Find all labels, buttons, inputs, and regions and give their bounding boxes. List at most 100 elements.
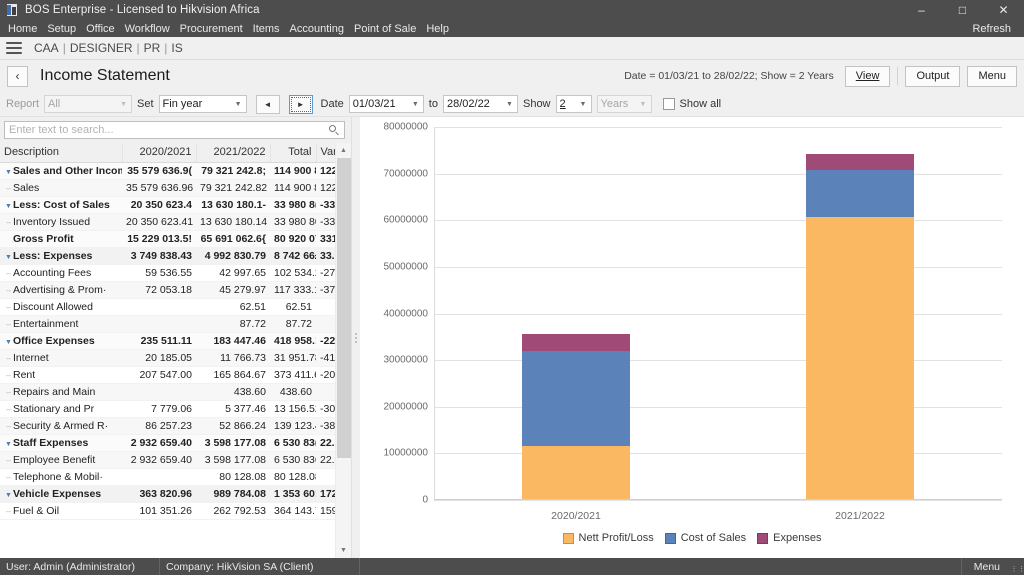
module-tab-is[interactable]: IS bbox=[168, 41, 185, 55]
chart-bar-segment[interactable] bbox=[522, 333, 630, 351]
menu-item-office[interactable]: Office bbox=[81, 22, 120, 36]
table-row[interactable]: – Employee Benefit 2 932 659.40 3 598 177.0… bbox=[0, 451, 336, 469]
statement-grid: Description 2020/2021 2021/2022 Total Va… bbox=[0, 143, 351, 558]
chart-bar-segment[interactable] bbox=[806, 170, 914, 217]
row-cell-1: 15 229 013.5! bbox=[122, 230, 196, 248]
close-button[interactable]: ✕ bbox=[983, 0, 1024, 20]
table-row[interactable]: – Repairs and Main 438.60 438.60 bbox=[0, 383, 336, 401]
legend-item[interactable]: Cost of Sales bbox=[664, 532, 747, 544]
next-period-button[interactable]: ► bbox=[288, 94, 313, 114]
maximize-button[interactable]: □ bbox=[942, 0, 983, 20]
back-button[interactable]: ‹ bbox=[7, 65, 28, 87]
chart-bar-segment[interactable] bbox=[522, 351, 630, 446]
status-menu-button[interactable]: Menu bbox=[962, 558, 1012, 575]
table-row[interactable]: –Internet20 185.0511 766.7331 951.78-41.… bbox=[0, 349, 336, 367]
chart-bar[interactable] bbox=[522, 127, 630, 499]
menu-item-setup[interactable]: Setup bbox=[42, 22, 81, 36]
legend-label: Cost of Sales bbox=[680, 532, 747, 544]
menu-item-items[interactable]: Items bbox=[248, 22, 285, 36]
stacked-bar-chart: 0 10000000 20000000 30000000 40000000 5000000… bbox=[360, 117, 1024, 558]
row-cell-2: 11 766.73 bbox=[196, 349, 270, 367]
table-row[interactable]: – Entertainment 87.72 87.72 bbox=[0, 315, 336, 333]
row-cell-2: 79 321 242.8; bbox=[196, 162, 270, 180]
scroll-down-arrow-icon[interactable]: ▼ bbox=[336, 543, 352, 558]
column-header-2021-2022[interactable]: 2021/2022 bbox=[196, 143, 271, 163]
menu-button[interactable]: Menu bbox=[967, 65, 1017, 87]
menu-item-accounting[interactable]: Accounting bbox=[285, 22, 349, 36]
module-tab-designer[interactable]: DESIGNER bbox=[67, 41, 136, 55]
search-box[interactable] bbox=[4, 121, 345, 139]
table-row[interactable]: ▼Staff Expenses 2 932 659.40 3 598 177.08 6… bbox=[0, 434, 336, 452]
table-row[interactable]: – Stationary and Pr 7 779.06 5 377.46 13 156… bbox=[0, 400, 336, 418]
previous-period-button[interactable]: ◄ bbox=[255, 94, 280, 114]
pane-splitter[interactable] bbox=[352, 117, 360, 558]
chart-bar-segment[interactable] bbox=[806, 216, 914, 499]
minimize-button[interactable]: – bbox=[901, 0, 942, 20]
chart-bar-segment[interactable] bbox=[522, 445, 630, 499]
period-unit-select[interactable]: Years ▼ bbox=[596, 95, 652, 113]
set-select[interactable]: Fin year ▼ bbox=[158, 95, 247, 113]
view-button[interactable]: View bbox=[844, 65, 891, 87]
scrollbar-thumb[interactable] bbox=[336, 158, 351, 458]
chart-bar[interactable] bbox=[806, 127, 914, 499]
module-tab-caa[interactable]: CAA bbox=[31, 41, 62, 55]
table-row[interactable]: –Fuel & Oil101 351.26262 792.53364 143.7… bbox=[0, 502, 336, 520]
table-row[interactable]: ▼Vehicle Expenses 363 820.96 989 784.08 1 3… bbox=[0, 485, 336, 503]
column-header-total[interactable]: Total bbox=[270, 143, 317, 163]
menu-item-help[interactable]: Help bbox=[421, 22, 454, 36]
table-row[interactable]: ▼Less: Cost of Sales 20 350 623.4 13 630 1… bbox=[0, 196, 336, 214]
legend-item[interactable]: Expenses bbox=[757, 532, 821, 544]
table-row[interactable]: – Accounting Fees 59 536.55 42 997.65 102 53… bbox=[0, 264, 336, 282]
row-cell-1: 363 820.96 bbox=[122, 485, 196, 503]
show-count-select[interactable]: 2 ▼ bbox=[555, 95, 592, 113]
menu-item-home[interactable]: Home bbox=[3, 22, 42, 36]
table-row[interactable]: ▼Less: Expenses 3 749 838.43 4 992 830.79 8… bbox=[0, 247, 336, 265]
chevron-down-icon[interactable]: ▼ bbox=[4, 169, 13, 176]
chevron-down-icon[interactable]: ▼ bbox=[4, 254, 13, 261]
chevron-down-icon[interactable]: ▼ bbox=[4, 441, 13, 448]
refresh-button[interactable]: Refresh bbox=[967, 22, 1016, 36]
hamburger-menu-icon[interactable] bbox=[6, 42, 22, 54]
row-cell-4 bbox=[316, 298, 336, 316]
column-header-variance[interactable]: Vari... bbox=[316, 143, 337, 163]
menu-item-procurement[interactable]: Procurement bbox=[175, 22, 248, 36]
resize-grip-icon[interactable]: ⋮⋮ bbox=[1011, 558, 1024, 575]
date-from-input[interactable]: 01/03/21 ▼ bbox=[348, 95, 424, 113]
chevron-down-icon[interactable]: ▼ bbox=[4, 203, 13, 210]
row-cell-3: 13 156.52 bbox=[270, 400, 316, 418]
table-row[interactable]: ▼Office Expenses 235 511.11 183 447.46 418 … bbox=[0, 332, 336, 350]
table-row[interactable]: Gross Profit 15 229 013.5! 65 691 062.6{80… bbox=[0, 230, 336, 248]
row-cell-4 bbox=[316, 468, 336, 486]
app-icon bbox=[5, 3, 19, 17]
scroll-up-arrow-icon[interactable]: ▲ bbox=[336, 143, 352, 158]
table-row[interactable]: – Sales 35 579 636.96 79 321 242.82 114 900 … bbox=[0, 179, 336, 197]
table-row[interactable]: –Rent207 547.00165 864.67373 411.6·-20.1… bbox=[0, 366, 336, 384]
table-row[interactable]: – Inventory Issued 20 350 623.41 13 630 180… bbox=[0, 213, 336, 231]
date-to-input[interactable]: 28/02/22 ▼ bbox=[442, 95, 518, 113]
table-row[interactable]: – Advertising & Prom· 72 053.18 45 279.97 11… bbox=[0, 281, 336, 299]
report-select[interactable]: All ▼ bbox=[44, 95, 133, 113]
row-cell-2: 989 784.08 bbox=[196, 485, 270, 503]
show-all-checkbox[interactable] bbox=[662, 98, 675, 110]
search-input[interactable] bbox=[9, 124, 329, 136]
output-button[interactable]: Output bbox=[905, 65, 961, 87]
chevron-down-icon[interactable]: ▼ bbox=[4, 492, 13, 499]
table-row[interactable]: – Discount Allowed 62.51 62.51 bbox=[0, 298, 336, 316]
column-header-description[interactable]: Description bbox=[0, 143, 123, 163]
chart-bar-segment[interactable] bbox=[806, 153, 914, 171]
table-row[interactable]: ▼Sales and Other Incom 35 579 636.9(79 32… bbox=[0, 162, 336, 180]
column-header-2020-2021[interactable]: 2020/2021 bbox=[122, 143, 197, 163]
menu-item-point-of-sale[interactable]: Point of Sale bbox=[349, 22, 421, 36]
row-cell-1: 7 779.06 bbox=[122, 400, 196, 418]
table-row[interactable]: –Telephone & Mobil· 80 128.0880 128.08 bbox=[0, 468, 336, 486]
tree-line-icon: – bbox=[5, 352, 11, 363]
module-tab-pr[interactable]: PR bbox=[141, 41, 164, 55]
legend-item[interactable]: Nett Profit/Loss bbox=[562, 532, 654, 544]
row-description-label: Entertainment bbox=[13, 317, 79, 330]
grid-vertical-scrollbar[interactable]: ▲ ▼ bbox=[335, 143, 351, 558]
table-row[interactable]: – Security & Armed R· 86 257.23 52 866.24 13… bbox=[0, 417, 336, 435]
menu-item-workflow[interactable]: Workflow bbox=[120, 22, 175, 36]
row-cell-2: 438.60 bbox=[196, 383, 270, 401]
scrollbar-track[interactable] bbox=[336, 158, 352, 543]
chevron-down-icon[interactable]: ▼ bbox=[4, 339, 13, 346]
